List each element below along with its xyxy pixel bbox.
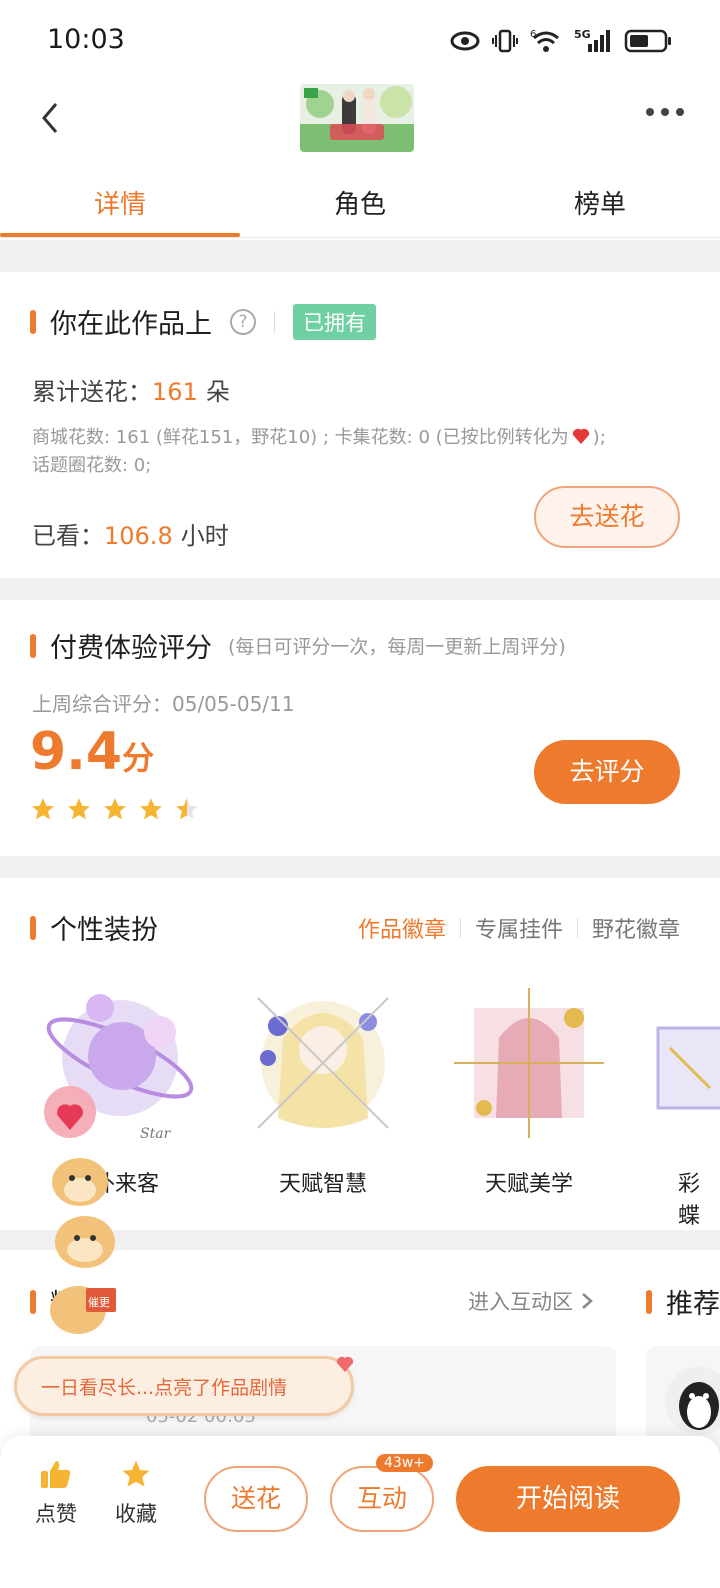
interact-count-badge: 43w+: [376, 1454, 433, 1472]
watched-value: 106.8: [104, 522, 173, 550]
badge-image: [656, 1026, 720, 1110]
battery-icon: [624, 29, 671, 53]
star-icon: [140, 798, 162, 820]
ownership-header: 你在此作品上 ? 已拥有: [30, 302, 376, 341]
rating-subtitle: (每日可评分一次，每周一更新上周评分): [228, 636, 566, 658]
flower-detail-line2: 话题圈花数: 0;: [32, 455, 152, 476]
star-icon: [68, 798, 90, 820]
urge-stamp-text: 催更: [88, 1295, 110, 1309]
chevron-right-icon: [582, 1293, 593, 1309]
watched-label: 已看：: [32, 522, 104, 550]
send-flower-bottom-button[interactable]: 送花: [204, 1466, 308, 1532]
tab-rankings[interactable]: 榜单: [480, 176, 720, 237]
total-flowers-value: 161: [152, 378, 198, 406]
svg-text:Star: Star: [140, 1126, 172, 1142]
flower-detail: 商城花数: 161 (鲜花151，野花10) ; 卡集花数: 0 (已按比例转化…: [32, 424, 692, 480]
total-flowers-label: 累计送花：: [32, 378, 152, 406]
watched-time: 已看：106.8 小时: [32, 516, 229, 551]
more-menu-icon[interactable]: [646, 108, 684, 116]
star-icon: [32, 798, 54, 820]
status-icons: 6 5G: [450, 26, 672, 56]
score-value: 9.4: [30, 722, 123, 782]
penguin-avatar: [665, 1367, 720, 1435]
toast-text: 一日看尽长...点亮了作品剧情: [41, 1377, 288, 1399]
subtab-exclusive-pendant[interactable]: 专属挂件: [475, 912, 563, 944]
section-bar: [30, 915, 36, 940]
subtab-work-badge[interactable]: 作品徽章: [358, 912, 446, 944]
badge-item[interactable]: 天赋智慧: [238, 978, 408, 1198]
interact-button[interactable]: 互动: [330, 1466, 434, 1532]
activity-toast[interactable]: 一日看尽长...点亮了作品剧情: [14, 1356, 354, 1416]
ownership-card: 你在此作品上 ? 已拥有 累计送花：161 朵 商城花数: 161 (鲜花151，…: [0, 272, 720, 578]
score-display: 9.4分: [30, 722, 154, 782]
rating-card: 付费体验评分 (每日可评分一次，每周一更新上周评分) 上周综合评分：05/05-…: [0, 600, 720, 856]
badge-image: [257, 997, 389, 1129]
divider: [274, 310, 275, 333]
recommend-title: 推荐: [666, 1289, 720, 1320]
badge-name: 天赋智慧: [278, 1172, 367, 1197]
tab-details[interactable]: 详情: [0, 176, 240, 237]
badge-name: 彩蝶: [678, 1172, 701, 1229]
recommend-header: 推荐: [646, 1282, 720, 1321]
decor-title: 个性装扮: [50, 915, 158, 946]
clock: 10:03: [47, 24, 125, 55]
score-unit: 分: [122, 739, 155, 777]
signal-icon: 5G: [574, 28, 610, 52]
favorite-label: 收藏: [115, 1502, 157, 1526]
flower-detail-line1: 商城花数: 161 (鲜花151，野花10) ; 卡集花数: 0 (已按比例转化…: [32, 427, 569, 448]
section-bar: [30, 1289, 36, 1314]
star-rating: [30, 796, 200, 822]
back-arrow-icon[interactable]: [36, 100, 66, 136]
thumbs-up-icon: [41, 1461, 71, 1488]
floating-sticker-stack[interactable]: 催更: [40, 1082, 130, 1352]
last-week-label: 上周综合评分：05/05-05/11: [32, 692, 295, 716]
status-bar: 10:03 6 5G: [0, 0, 720, 80]
section-bar: [646, 1289, 652, 1314]
decor-subtabs: 作品徽章 专属挂件 野花徽章: [358, 912, 680, 944]
heart-icon: [572, 428, 589, 444]
watched-unit: 小时: [180, 522, 229, 550]
star-icon: [122, 1460, 150, 1487]
half-star-icon: [176, 798, 198, 820]
rating-title: 付费体验评分: [50, 633, 212, 664]
main-tabs: 详情 角色 榜单: [0, 176, 720, 238]
rate-button[interactable]: 去评分: [534, 740, 680, 804]
badge-item[interactable]: 天赋美学: [444, 978, 614, 1198]
wifi-sub-label: 6: [530, 29, 536, 40]
heart-icon: [336, 1356, 354, 1372]
enter-interaction-label: 进入互动区: [468, 1290, 573, 1314]
ownership-title: 你在此作品上: [50, 309, 212, 340]
top-header: 详情 角色 榜单: [0, 80, 720, 240]
rating-header: 付费体验评分 (每日可评分一次，每周一更新上周评分): [30, 626, 566, 665]
owned-badge: 已拥有: [293, 303, 376, 340]
enter-interaction-link[interactable]: 进入互动区: [468, 1286, 595, 1316]
wifi-icon: 6: [530, 29, 559, 52]
decor-header: 个性装扮: [30, 908, 158, 947]
hamster-sticker-icon: 催更: [44, 1086, 116, 1334]
send-flower-button[interactable]: 去送花: [534, 486, 680, 548]
like-button[interactable]: 点赞: [26, 1458, 86, 1528]
section-bar: [30, 633, 36, 658]
badge-name: 天赋美学: [484, 1172, 573, 1197]
like-label: 点赞: [35, 1502, 77, 1526]
total-flowers: 累计送花：161 朵: [32, 372, 230, 407]
network-label: 5G: [574, 28, 591, 41]
help-icon[interactable]: ?: [230, 308, 256, 335]
section-bar: [30, 309, 36, 334]
start-reading-button[interactable]: 开始阅读: [456, 1466, 680, 1532]
flower-detail-line1-end: );: [592, 427, 606, 448]
subtab-wildflower-badge[interactable]: 野花徽章: [592, 912, 680, 944]
badge-item[interactable]: 彩蝶: [650, 978, 720, 1230]
work-cover-thumbnail[interactable]: [300, 84, 414, 152]
tab-characters[interactable]: 角色: [240, 176, 480, 237]
eye-icon: [450, 31, 480, 51]
star-icon: [104, 798, 126, 820]
badge-image: [454, 988, 604, 1138]
favorite-button[interactable]: 收藏: [106, 1458, 166, 1528]
vibrate-icon: [492, 29, 518, 53]
total-flowers-unit: 朵: [205, 378, 230, 406]
bottom-action-bar: 点赞 收藏 送花 互动 43w+ 开始阅读: [0, 1436, 720, 1588]
